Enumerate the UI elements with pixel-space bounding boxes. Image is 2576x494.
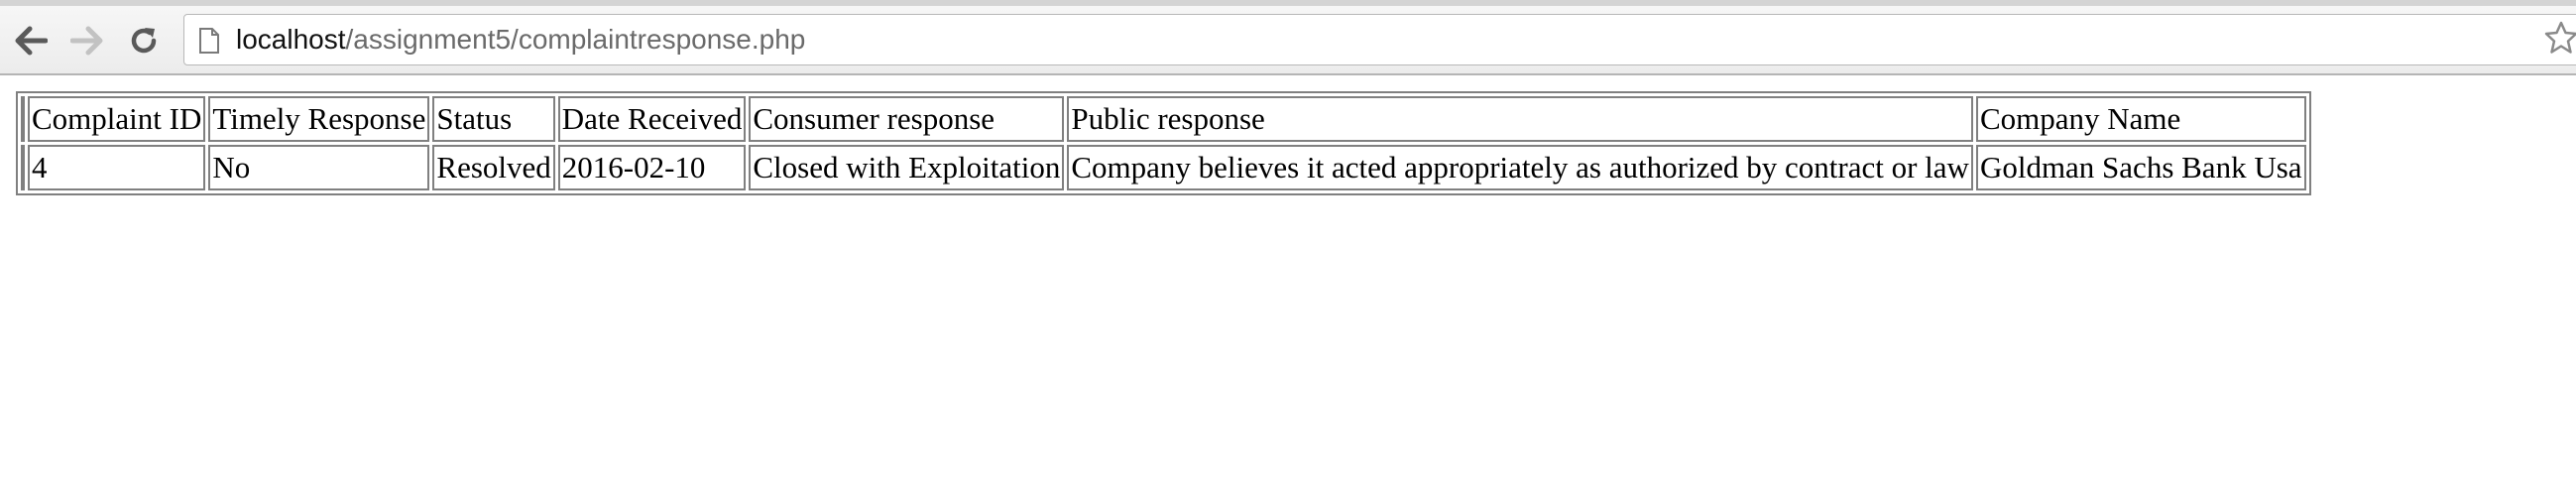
complaint-table: Complaint ID Timely Response Status Date… xyxy=(16,91,2311,195)
url-path: /assignment5/complaintresponse.php xyxy=(345,24,806,55)
header-cell: Timely Response xyxy=(208,96,430,142)
table-cell: No xyxy=(208,145,430,190)
url-text: localhost/assignment5/complaintresponse.… xyxy=(236,15,805,64)
table-cell: Goldman Sachs Bank Usa xyxy=(1975,145,2306,190)
header-cell: Complaint ID xyxy=(28,96,206,142)
page-content: Complaint ID Timely Response Status Date… xyxy=(16,91,2311,195)
table-cell: 4 xyxy=(28,145,206,190)
reload-button[interactable] xyxy=(119,16,169,65)
table-cell: Closed with Exploitation xyxy=(749,145,1065,190)
forward-button[interactable] xyxy=(62,16,112,65)
table-cell: Resolved xyxy=(432,145,555,190)
browser-toolbar: localhost/assignment5/complaintresponse.… xyxy=(0,6,2576,75)
row-stub-cell xyxy=(21,96,25,142)
header-cell: Company Name xyxy=(1975,96,2306,142)
table-row: 4 No Resolved 2016-02-10 Closed with Exp… xyxy=(21,145,2306,190)
table-cell: 2016-02-10 xyxy=(557,145,747,190)
back-button[interactable] xyxy=(6,16,56,65)
arrow-left-icon xyxy=(15,26,48,56)
arrow-right-icon xyxy=(70,26,103,56)
url-host: localhost xyxy=(236,24,346,55)
reload-icon xyxy=(131,28,157,54)
header-cell: Date Received xyxy=(557,96,747,142)
row-stub-cell xyxy=(21,145,25,190)
bookmark-star-icon[interactable] xyxy=(2544,21,2576,55)
header-cell: Status xyxy=(432,96,555,142)
header-cell: Public response xyxy=(1067,96,1973,142)
header-cell: Consumer response xyxy=(749,96,1065,142)
table-header-row: Complaint ID Timely Response Status Date… xyxy=(21,96,2306,142)
page-icon xyxy=(199,28,219,54)
table-cell: Company believes it acted appropriately … xyxy=(1067,145,1973,190)
address-bar[interactable]: localhost/assignment5/complaintresponse.… xyxy=(183,14,2576,65)
